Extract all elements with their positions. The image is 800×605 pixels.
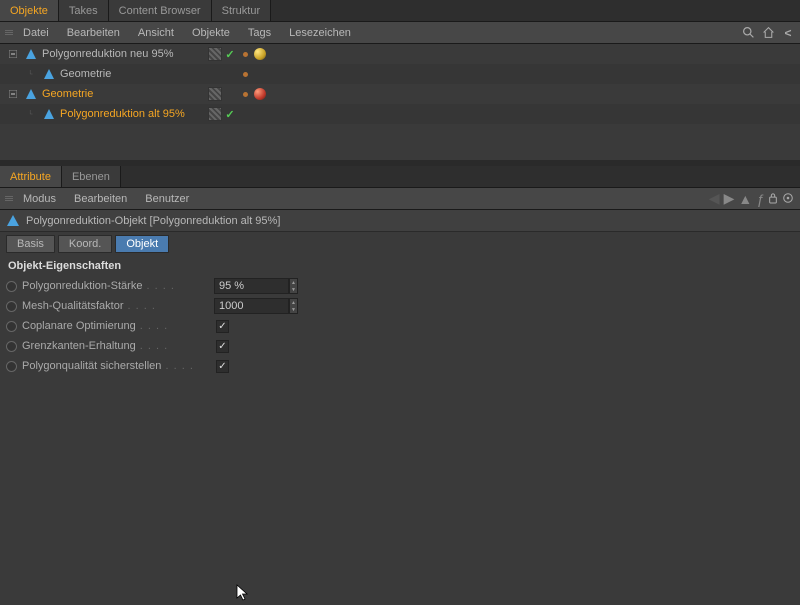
property-row: Coplanare Optimierung . . . .✓ [0, 316, 800, 336]
tree-branch-icon [26, 109, 36, 119]
property-label: Mesh-Qualitätsfaktor . . . . [22, 300, 214, 312]
layer-tag-icon[interactable] [208, 87, 222, 101]
menu-datei[interactable]: Datei [14, 27, 58, 39]
subtab-basis[interactable]: Basis [6, 235, 55, 253]
menu-objekte[interactable]: Objekte [183, 27, 239, 39]
attribute-sub-tabs: BasisKoord.Objekt [0, 232, 800, 256]
tab-ebenen[interactable]: Ebenen [62, 166, 121, 187]
menu-modus[interactable]: Modus [14, 193, 65, 205]
property-bullet-icon[interactable] [6, 281, 17, 292]
triangle-icon [24, 47, 38, 61]
tree-row[interactable]: Geometrie [0, 84, 800, 104]
spinner-down-icon[interactable]: ▼ [290, 306, 297, 313]
menu-lesezeichen[interactable]: Lesezeichen [280, 27, 360, 39]
render-dot-icon[interactable] [238, 87, 252, 101]
property-row: Grenzkanten-Erhaltung . . . .✓ [0, 336, 800, 356]
property-value-input[interactable]: 95 % [214, 278, 289, 294]
property-label: Polygonreduktion-Stärke . . . . [22, 280, 214, 292]
property-bullet-icon[interactable] [6, 341, 17, 352]
attribute-menu-bar: ModusBearbeitenBenutzer ◀ ▶ ▲ ƒ [0, 188, 800, 210]
tab-objekte[interactable]: Objekte [0, 0, 59, 21]
spinner-control[interactable]: ▲▼ [289, 298, 298, 314]
property-label: Polygonqualität sicherstellen . . . . [22, 360, 214, 372]
tree-row[interactable]: Polygonreduktion alt 95% ✓ [0, 104, 800, 124]
tag-area [200, 87, 267, 101]
visibility-check-icon[interactable]: ✓ [223, 107, 237, 121]
render-dot-icon[interactable] [238, 67, 252, 81]
tree-row[interactable]: Polygonreduktion neu 95% ✓ [0, 44, 800, 64]
property-label: Coplanare Optimierung . . . . [22, 320, 214, 332]
properties-title: Objekt-Eigenschaften [0, 256, 800, 276]
subtab-koord[interactable]: Koord. [58, 235, 112, 253]
material-tag-icon[interactable] [253, 87, 267, 101]
triangle-icon [24, 87, 38, 101]
tag-area [200, 67, 267, 81]
menu-benutzer[interactable]: Benutzer [136, 193, 198, 205]
grip-icon [2, 196, 14, 201]
chevron-left-icon[interactable]: < [780, 25, 796, 41]
nav-back-icon[interactable]: ◀ [709, 190, 720, 207]
tag-area: ✓ [200, 107, 267, 121]
polygon-reduction-icon [6, 214, 20, 228]
tree-item-label[interactable]: Geometrie [42, 88, 93, 100]
objects-tab-bar: ObjekteTakesContent BrowserStruktur [0, 0, 800, 22]
property-row: Polygonreduktion-Stärke . . . .95 %▲▼ [0, 276, 800, 296]
object-tree: Polygonreduktion neu 95% ✓ Geometrie Geomet… [0, 44, 800, 160]
property-label: Grenzkanten-Erhaltung . . . . [22, 340, 214, 352]
triangle-icon [42, 107, 56, 121]
nav-up-icon[interactable]: ▲ [738, 191, 752, 207]
subtab-objekt[interactable]: Objekt [115, 235, 169, 253]
object-header: Polygonreduktion-Objekt [Polygonreduktio… [0, 210, 800, 232]
property-bullet-icon[interactable] [6, 321, 17, 332]
spinner-up-icon[interactable]: ▲ [290, 279, 297, 286]
visibility-check-icon[interactable]: ✓ [223, 47, 237, 61]
tab-takes[interactable]: Takes [59, 0, 109, 21]
tree-row[interactable]: Geometrie [0, 64, 800, 84]
function-icon[interactable]: ƒ [756, 191, 764, 207]
object-header-title: Polygonreduktion-Objekt [Polygonreduktio… [26, 215, 280, 227]
expand-toggle[interactable] [8, 89, 18, 99]
search-icon[interactable] [740, 25, 756, 41]
expand-toggle[interactable] [8, 49, 18, 59]
spinner-down-icon[interactable]: ▼ [290, 286, 297, 293]
nav-forward-icon[interactable]: ▶ [724, 190, 735, 207]
spinner-up-icon[interactable]: ▲ [290, 299, 297, 306]
tree-branch-icon [26, 69, 36, 79]
tab-struktur[interactable]: Struktur [212, 0, 272, 21]
menu-bearbeiten[interactable]: Bearbeiten [65, 193, 136, 205]
property-value-input[interactable]: 1000 [214, 298, 289, 314]
home-icon[interactable] [760, 25, 776, 41]
layer-tag-icon[interactable] [208, 47, 222, 61]
spinner-control[interactable]: ▲▼ [289, 278, 298, 294]
mouse-cursor-icon [236, 584, 250, 605]
menu-tags[interactable]: Tags [239, 27, 280, 39]
tab-attribute[interactable]: Attribute [0, 166, 62, 187]
material-tag-icon[interactable] [253, 47, 267, 61]
property-checkbox[interactable]: ✓ [216, 320, 229, 333]
lock-icon[interactable] [768, 191, 778, 207]
property-checkbox[interactable]: ✓ [216, 360, 229, 373]
grip-icon [2, 30, 14, 35]
settings-icon[interactable] [782, 191, 794, 207]
property-checkbox[interactable]: ✓ [216, 340, 229, 353]
object-menu-bar: DateiBearbeitenAnsichtObjekteTagsLesezei… [0, 22, 800, 44]
attribute-tab-bar: AttributeEbenen [0, 166, 800, 188]
render-dot-icon[interactable] [238, 47, 252, 61]
menu-bearbeiten[interactable]: Bearbeiten [58, 27, 129, 39]
property-row: Polygonqualität sicherstellen . . . .✓ [0, 356, 800, 376]
tag-area: ✓ [200, 47, 267, 61]
tree-item-label[interactable]: Polygonreduktion alt 95% [60, 108, 185, 120]
triangle-icon [42, 67, 56, 81]
menu-ansicht[interactable]: Ansicht [129, 27, 183, 39]
property-bullet-icon[interactable] [6, 301, 17, 312]
tree-item-label[interactable]: Polygonreduktion neu 95% [42, 48, 173, 60]
property-bullet-icon[interactable] [6, 361, 17, 372]
layer-tag-icon[interactable] [208, 107, 222, 121]
property-row: Mesh-Qualitätsfaktor . . . .1000▲▼ [0, 296, 800, 316]
tree-item-label[interactable]: Geometrie [60, 68, 111, 80]
tab-content-browser[interactable]: Content Browser [109, 0, 212, 21]
